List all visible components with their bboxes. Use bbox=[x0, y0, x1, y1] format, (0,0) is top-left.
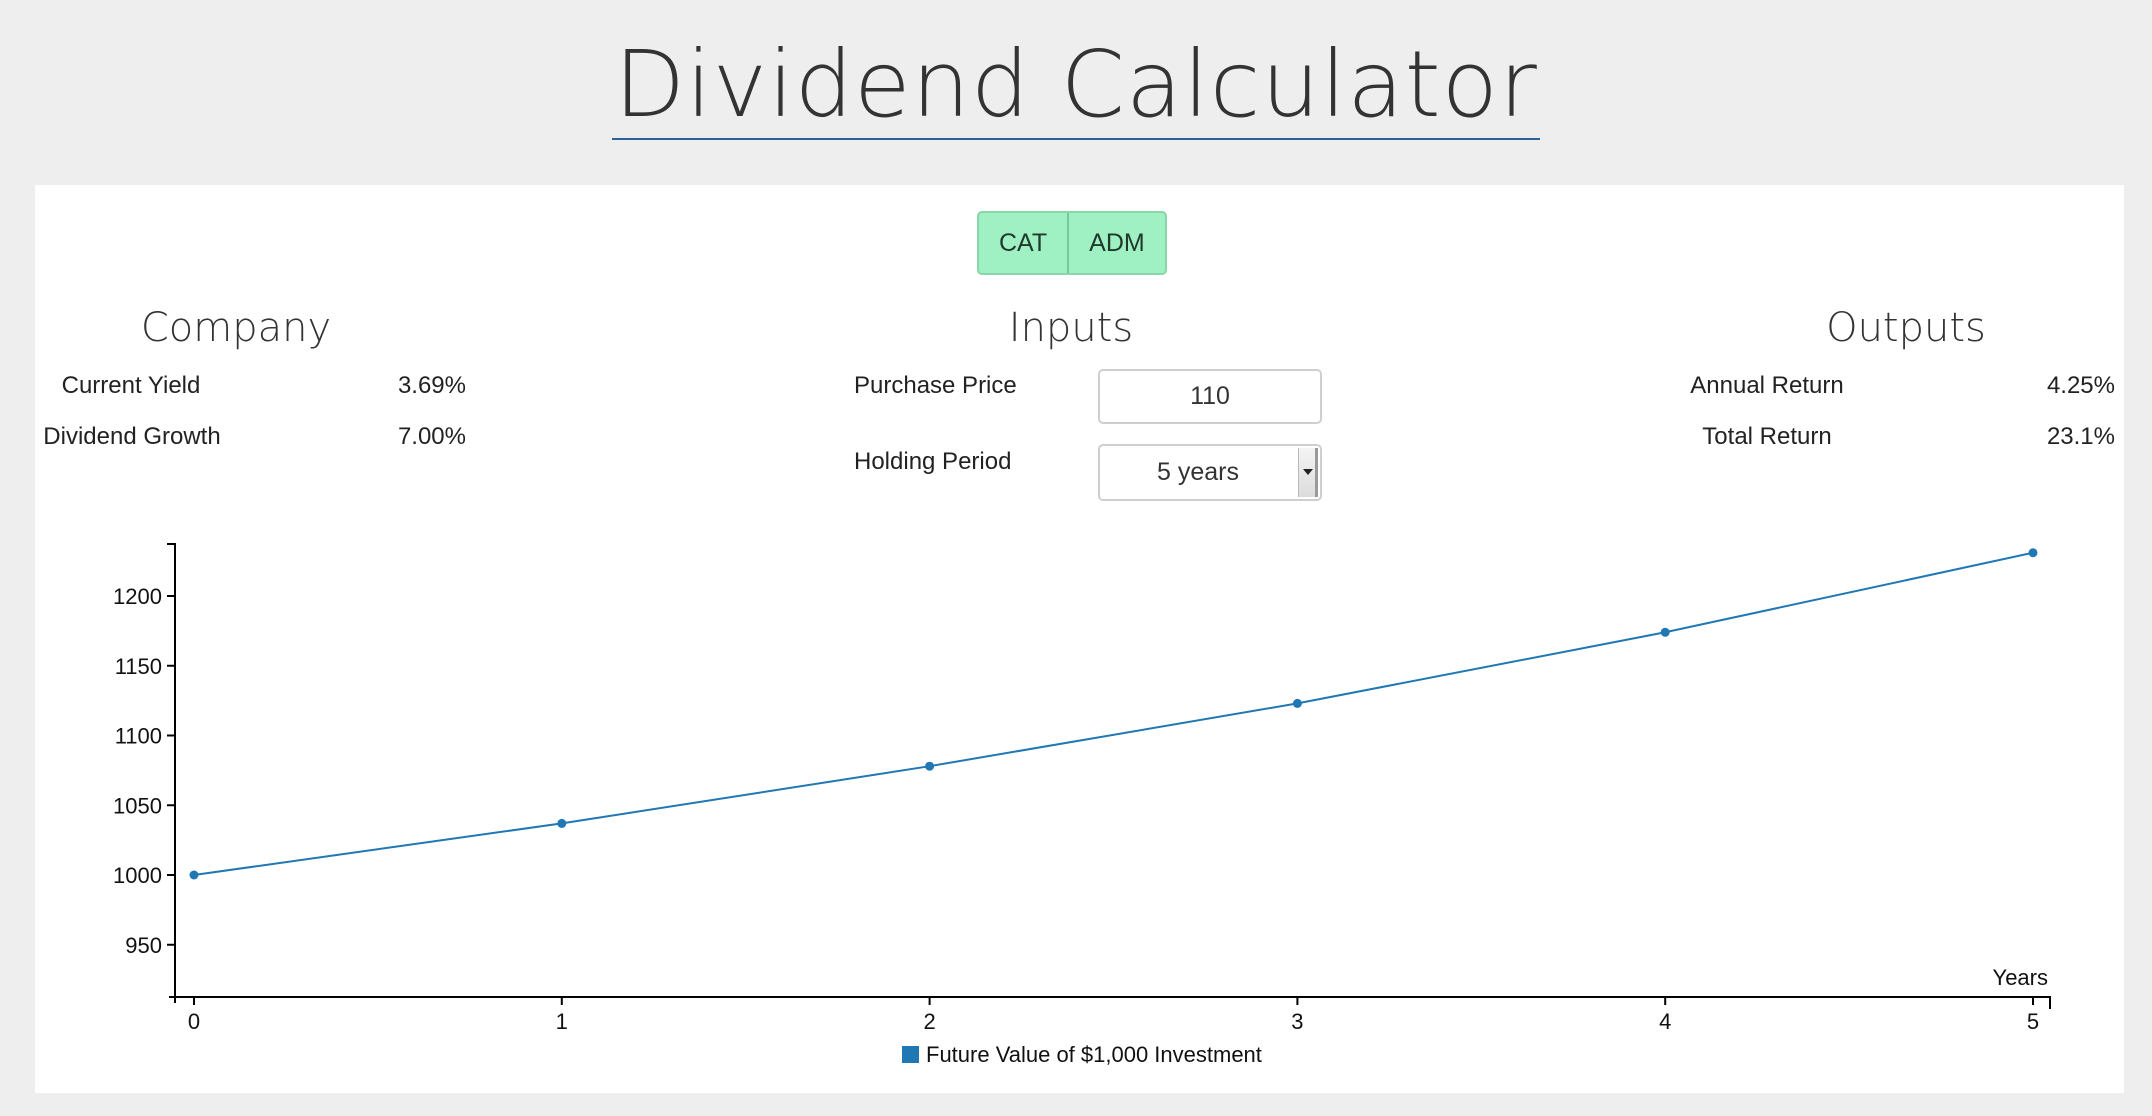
data-point bbox=[1660, 627, 1670, 637]
legend-label: Future Value of $1,000 Investment bbox=[926, 1042, 1262, 1067]
data-point bbox=[2028, 548, 2038, 558]
y-tick-label: 1050 bbox=[113, 793, 162, 818]
x-tick-label: 1 bbox=[556, 1009, 568, 1034]
chart-series bbox=[189, 548, 2038, 880]
x-tick-label: 2 bbox=[923, 1009, 935, 1034]
legend-swatch bbox=[902, 1046, 919, 1063]
chart-legend: Future Value of $1,000 Investment bbox=[902, 1042, 1262, 1067]
series-line bbox=[193, 551, 2034, 876]
data-point bbox=[189, 870, 199, 880]
y-axis-line bbox=[167, 543, 176, 1003]
x-tick-label: 3 bbox=[1291, 1009, 1303, 1034]
y-tick-label: 1000 bbox=[113, 863, 162, 888]
x-tick-label: 0 bbox=[188, 1009, 200, 1034]
data-point bbox=[925, 761, 935, 771]
x-tick-label: 5 bbox=[2027, 1009, 2039, 1034]
x-axis-label: Years bbox=[1993, 965, 2048, 990]
chart-axes: 950 1000 1050 1100 1150 1200 0 1 2 3 4 5 Years bbox=[113, 543, 2051, 1034]
y-tick-label: 1200 bbox=[113, 584, 162, 609]
y-tick-label: 1150 bbox=[115, 654, 162, 679]
y-tick-label: 1100 bbox=[115, 724, 162, 749]
data-point bbox=[1292, 698, 1302, 708]
y-tick-label: 950 bbox=[125, 933, 162, 958]
x-tick-label: 4 bbox=[1659, 1009, 1671, 1034]
x-axis-line bbox=[169, 996, 2051, 1009]
future-value-line-chart: 950 1000 1050 1100 1150 1200 0 1 2 3 4 5 Years Futur… bbox=[113, 543, 2051, 1067]
data-point bbox=[557, 818, 567, 828]
